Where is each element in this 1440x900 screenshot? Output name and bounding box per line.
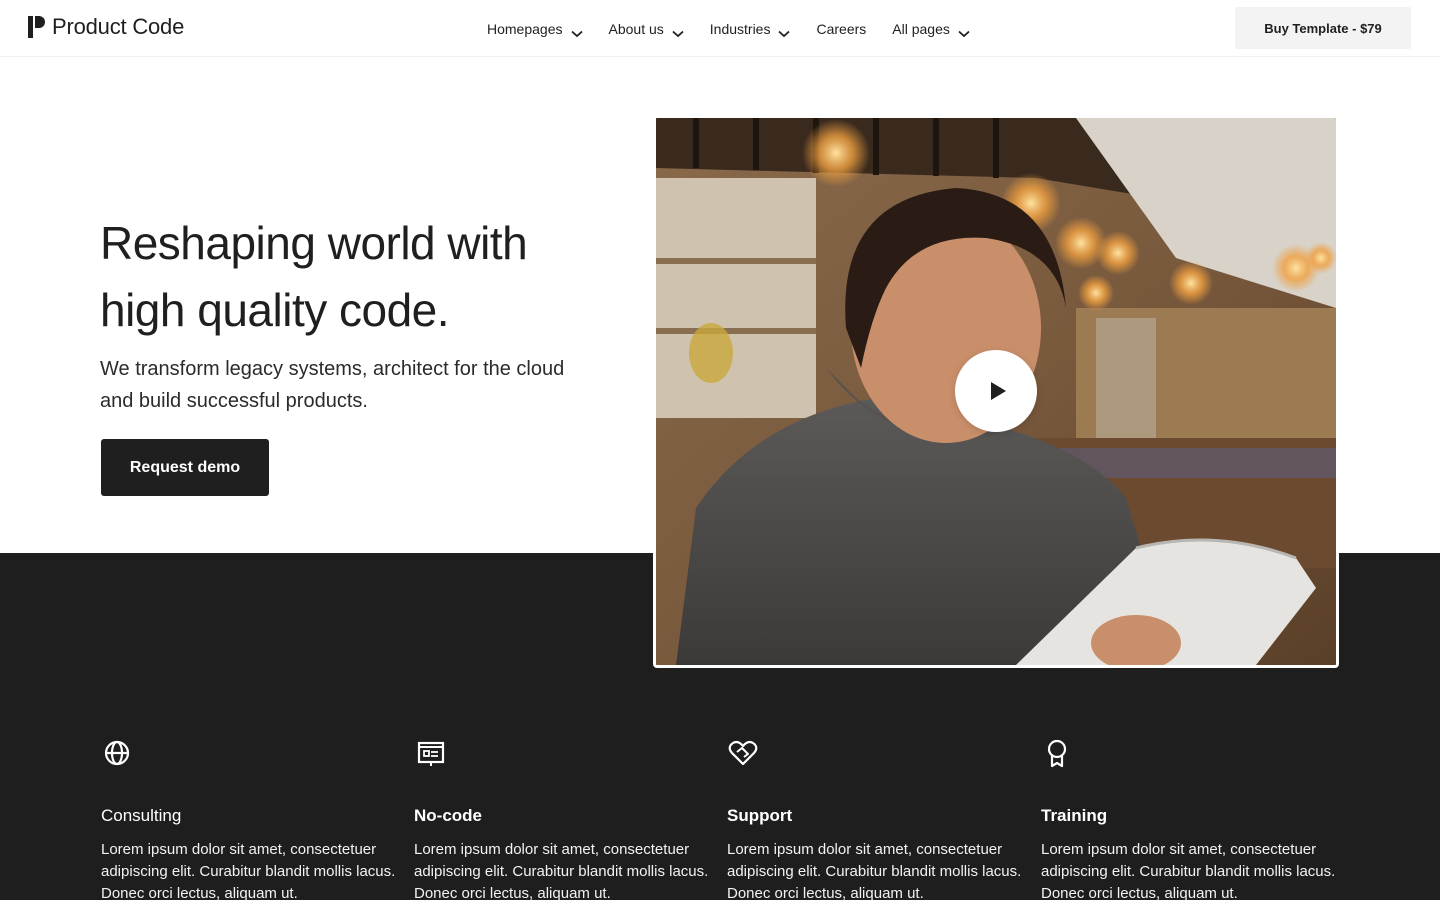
feature-title: Consulting xyxy=(101,806,182,825)
hero-title: Reshaping world with high quality code. xyxy=(100,210,640,344)
logo-mark-icon xyxy=(28,14,46,40)
feature-title: No-code xyxy=(414,806,482,825)
chevron-down-icon xyxy=(778,25,791,37)
nav-item-label: Homepages xyxy=(487,20,563,37)
hero-title-line-2: high quality code. xyxy=(100,284,450,336)
nav-item-about-us[interactable]: About us xyxy=(609,21,684,37)
hero-subtitle: We transform legacy systems, architect f… xyxy=(100,358,565,412)
nav-item-industries[interactable]: Industries xyxy=(710,21,791,37)
chevron-down-icon xyxy=(570,25,583,37)
feature-training: Training Lorem ipsum dolor sit amet, con… xyxy=(1041,737,1341,900)
feature-consulting: Consulting Lorem ipsum dolor sit amet, c… xyxy=(101,737,401,900)
main-nav: Homepages About us Industries Careers Al… xyxy=(487,0,970,57)
nav-item-label: Careers xyxy=(816,20,867,37)
chevron-down-icon xyxy=(672,25,684,37)
feature-description: Lorem ipsum dolor sit amet, consectetuer… xyxy=(1041,841,1336,900)
nav-item-label: Industries xyxy=(709,20,771,37)
presentation-icon xyxy=(414,737,446,769)
globe-icon xyxy=(101,737,133,769)
feature-description: Lorem ipsum dolor sit amet, consectetuer… xyxy=(101,841,396,900)
award-icon xyxy=(1041,737,1073,769)
heart-handshake-icon xyxy=(727,737,759,769)
feature-description: Lorem ipsum dolor sit amet, consectetuer… xyxy=(727,841,1022,900)
nav-item-label: All pages xyxy=(892,20,950,37)
nav-item-homepages[interactable]: Homepages xyxy=(487,21,583,37)
play-video-button[interactable] xyxy=(955,350,1037,432)
hero-title-line-1: Reshaping world with xyxy=(100,217,528,269)
logo-text: Product Code xyxy=(52,14,185,39)
play-icon xyxy=(991,382,1006,400)
nav-item-all-pages[interactable]: All pages xyxy=(892,21,970,37)
chevron-down-icon xyxy=(958,25,970,37)
logo[interactable]: Product Code xyxy=(28,14,184,40)
buy-template-button[interactable]: Buy Template - $79 xyxy=(1235,7,1411,49)
site-header: Product Code Homepages About us Industri… xyxy=(0,0,1440,57)
nav-item-careers[interactable]: Careers xyxy=(816,21,866,37)
feature-title: Support xyxy=(727,806,793,825)
nav-item-label: About us xyxy=(608,20,664,37)
feature-support: Support Lorem ipsum dolor sit amet, cons… xyxy=(727,737,1027,900)
feature-title: Training xyxy=(1041,806,1108,825)
feature-no-code: No-code Lorem ipsum dolor sit amet, cons… xyxy=(414,737,714,900)
feature-description: Lorem ipsum dolor sit amet, consectetuer… xyxy=(414,841,709,900)
request-demo-button[interactable]: Request demo xyxy=(101,439,269,496)
